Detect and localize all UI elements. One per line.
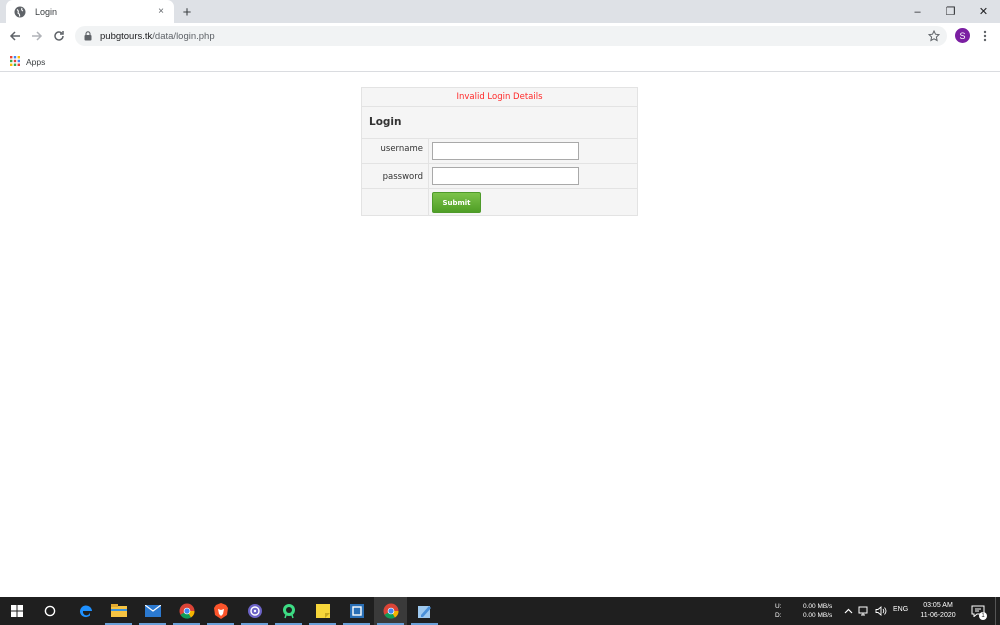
network-icon[interactable] [858, 605, 870, 617]
lock-icon[interactable] [84, 31, 92, 41]
reload-icon[interactable] [51, 28, 67, 44]
password-row: password [362, 164, 637, 189]
username-input[interactable] [432, 142, 579, 160]
bookmarks-bar: Apps [0, 49, 1000, 72]
android-studio-icon[interactable] [272, 597, 305, 625]
submit-row: Submit [362, 189, 637, 216]
password-input[interactable] [432, 167, 579, 185]
url-path: /data/login.php [152, 30, 215, 42]
notepad-icon[interactable] [408, 597, 441, 625]
close-window-button[interactable]: ✕ [967, 0, 1000, 23]
username-row: username [362, 139, 637, 164]
volume-icon[interactable] [875, 605, 887, 617]
start-icon[interactable] [0, 597, 33, 625]
brave-icon[interactable] [204, 597, 237, 625]
network-labels: U: D: [775, 602, 782, 620]
download-speed: 0.00 MB/s [803, 612, 833, 619]
upload-speed: 0.00 MB/s [803, 603, 833, 610]
network-speeds: 0.00 MB/s 0.00 MB/s [803, 602, 832, 620]
menu-kebab-icon[interactable] [980, 28, 990, 43]
apps-label: Apps [26, 57, 46, 67]
notification-badge: 1 [979, 612, 987, 620]
minimize-button[interactable]: – [901, 0, 934, 23]
url-text: pubgtours.tk/data/login.php [100, 31, 215, 42]
address-bar[interactable]: pubgtours.tk/data/login.php [75, 26, 947, 46]
new-tab-button[interactable]: + [179, 4, 195, 21]
clock-time: 03:05 AM [923, 602, 953, 609]
file-explorer-icon[interactable] [102, 597, 135, 625]
apps-grid-icon [10, 53, 20, 71]
edge-icon[interactable] [69, 597, 102, 625]
username-label: username [380, 144, 424, 154]
download-label: D: [775, 612, 782, 619]
back-arrow-icon[interactable] [7, 28, 23, 44]
login-heading-row: Login [362, 107, 637, 139]
submit-button[interactable]: Submit [432, 192, 481, 213]
browser-toolbar: pubgtours.tk/data/login.php S [0, 23, 1000, 49]
restore-button[interactable]: ❐ [934, 0, 967, 23]
tab-title: Login [35, 6, 58, 17]
language-indicator[interactable]: ENG [893, 606, 908, 613]
chevron-up-icon[interactable] [842, 605, 854, 617]
url-host: pubgtours.tk [100, 30, 153, 42]
windows-taskbar: U: D: 0.00 MB/s 0.00 MB/s ENG 03:05 AM 1… [0, 597, 1000, 625]
error-message: Invalid Login Details [362, 88, 637, 107]
show-desktop-button[interactable] [995, 597, 996, 625]
torrent-icon[interactable] [238, 597, 271, 625]
mail-icon[interactable] [136, 597, 169, 625]
browser-tab[interactable]: Login × [6, 0, 174, 23]
clock-date: 11-06-2020 [920, 612, 956, 619]
profile-avatar[interactable]: S [955, 28, 970, 43]
apps-bookmark[interactable]: Apps [10, 53, 45, 71]
clock[interactable]: 03:05 AM 11-06-2020 [913, 601, 963, 621]
login-heading: Login [369, 116, 402, 128]
search-circle-icon[interactable] [33, 597, 66, 625]
window-controls: – ❐ ✕ [901, 0, 1000, 23]
upload-label: U: [775, 603, 782, 610]
chrome-active-icon[interactable] [374, 597, 407, 625]
sticky-notes-icon[interactable] [306, 597, 339, 625]
forward-arrow-icon[interactable] [29, 28, 45, 44]
login-form: Invalid Login Details Login username pas… [361, 87, 638, 216]
globe-icon [14, 6, 26, 18]
browser-titlebar: Login × + – ❐ ✕ [0, 0, 1000, 23]
password-label: password [382, 172, 423, 182]
notification-center[interactable]: 1 [970, 603, 987, 620]
bookmark-star-icon[interactable] [927, 29, 941, 43]
chrome-icon[interactable] [170, 597, 203, 625]
virtualbox-icon[interactable] [340, 597, 373, 625]
close-tab-icon[interactable]: × [154, 5, 168, 19]
